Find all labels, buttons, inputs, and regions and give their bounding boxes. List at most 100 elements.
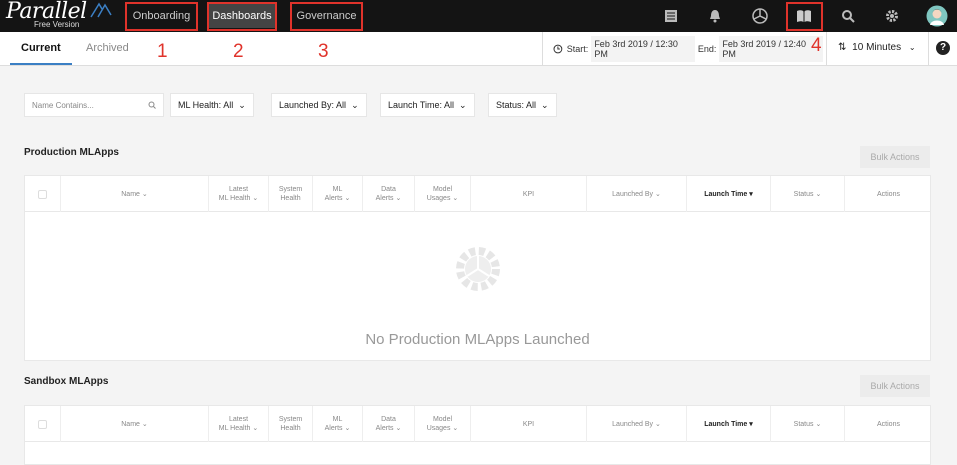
divider — [928, 32, 929, 66]
col-name[interactable]: Name ⌄ — [61, 176, 209, 212]
gear-icon[interactable] — [882, 6, 902, 26]
col-model-usages[interactable]: Model Usages ⌄ — [415, 406, 471, 442]
col-actions-label: Actions — [877, 190, 900, 198]
col-actions: Actions — [845, 176, 932, 212]
filter-launch-time[interactable]: Launch Time: All ⌄ — [380, 93, 475, 117]
col-system-label: System — [278, 186, 303, 193]
col-data-alerts-label: Alerts — [375, 195, 394, 202]
tab-archived[interactable]: Archived — [86, 42, 129, 54]
col-alerts-label: Alerts — [324, 425, 343, 432]
search-icon[interactable] — [838, 6, 858, 26]
col-latest-ml-health[interactable]: Latest ML Health ⌄ — [209, 406, 269, 442]
col-actions-label: Actions — [877, 420, 900, 428]
col-launched-by-label: Launched By — [612, 420, 654, 428]
col-data-label: Data — [381, 186, 396, 193]
tab-current[interactable]: Current — [21, 42, 61, 54]
production-table: Name ⌄ Latest ML Health ⌄ System Health ML… — [24, 175, 931, 361]
col-alerts-label: Alerts — [324, 195, 343, 202]
col-name-label: Name — [121, 190, 140, 198]
select-all-checkbox[interactable] — [25, 406, 61, 442]
col-health-label: Health — [280, 425, 301, 432]
annotation-label-1: 1 — [157, 41, 168, 62]
col-kpi-label: KPI — [522, 420, 535, 428]
filter-ml-health-label: ML Health: All — [178, 100, 234, 110]
col-data-alerts[interactable]: Data Alerts ⌄ — [363, 406, 415, 442]
col-launch-time[interactable]: Launch Time ▾ — [687, 176, 771, 212]
filter-launched-by-label: Launched By: All — [279, 100, 347, 110]
col-launched-by[interactable]: Launched By ⌄ — [587, 176, 687, 212]
clock-icon — [553, 44, 563, 54]
interval-dropdown[interactable]: ⇅ 10 Minutes ⌄ — [838, 42, 916, 53]
help-icon[interactable]: ? — [936, 41, 950, 55]
col-status[interactable]: Status ⌄ — [771, 176, 845, 212]
list-icon[interactable] — [661, 6, 681, 26]
col-actions: Actions — [845, 406, 932, 442]
col-kpi[interactable]: KPI — [471, 176, 587, 212]
col-usages-label: Usages — [426, 425, 451, 432]
col-launched-by[interactable]: Launched By ⌄ — [587, 406, 687, 442]
col-kpi-label: KPI — [522, 190, 535, 198]
col-status[interactable]: Status ⌄ — [771, 406, 845, 442]
chevron-down-icon: ⌄ — [541, 99, 549, 110]
production-bulk-actions-button[interactable]: Bulk Actions — [860, 146, 930, 168]
sandbox-title: Sandbox MLApps — [24, 376, 109, 387]
empty-state-icon — [456, 247, 500, 291]
annotation-label-4: 4 — [811, 35, 822, 56]
chevron-down-icon: ⌄ — [351, 99, 359, 110]
start-label: Start: — [566, 44, 589, 54]
col-latest-ml-health[interactable]: Latest ML Health ⌄ — [209, 176, 269, 212]
search-placeholder: Name Contains... — [32, 100, 94, 110]
col-data-label: Data — [381, 416, 396, 423]
col-name[interactable]: Name ⌄ — [61, 406, 209, 442]
chevron-down-icon: ⌄ — [238, 99, 246, 110]
sandbox-table: Name ⌄ Latest ML Health ⌄ System Health ML… — [24, 405, 931, 465]
annotation-label-3: 3 — [318, 41, 329, 62]
col-launch-time[interactable]: Launch Time ▾ — [687, 406, 771, 442]
aperture-icon[interactable] — [750, 6, 770, 26]
col-usages-label: Usages — [426, 195, 451, 202]
col-launch-time-label: Launch Time — [704, 190, 748, 198]
search-icon — [148, 101, 156, 109]
sandbox-bulk-actions-button[interactable]: Bulk Actions — [860, 375, 930, 397]
col-model-label: Model — [432, 186, 453, 193]
col-name-label: Name — [121, 420, 140, 428]
col-ml-alerts[interactable]: ML Alerts ⌄ — [313, 176, 363, 212]
bell-icon[interactable] — [705, 6, 725, 26]
col-ml-label: ML — [332, 186, 343, 193]
filter-ml-health[interactable]: ML Health: All ⌄ — [170, 93, 254, 117]
annotation-box-2 — [207, 2, 277, 31]
annotation-label-2: 2 — [233, 41, 244, 62]
col-status-label: Status — [793, 420, 814, 428]
sliders-icon: ⇅ — [838, 42, 847, 53]
filter-status[interactable]: Status: All ⌄ — [488, 93, 557, 117]
col-model-usages[interactable]: Model Usages ⌄ — [415, 176, 471, 212]
filter-launch-time-label: Launch Time: All — [388, 100, 455, 110]
end-label: End: — [697, 44, 717, 54]
col-status-label: Status — [793, 190, 814, 198]
production-title: Production MLApps — [24, 147, 119, 158]
filter-status-label: Status: All — [496, 100, 537, 110]
col-latest-label: Latest — [228, 416, 249, 423]
start-field[interactable]: Feb 3rd 2019 / 12:30 PM — [591, 36, 695, 62]
end-field[interactable]: Feb 3rd 2019 / 12:40 PM — [719, 36, 823, 62]
chevron-down-icon: ⌄ — [908, 43, 916, 52]
col-data-alerts[interactable]: Data Alerts ⌄ — [363, 176, 415, 212]
col-system-health[interactable]: System Health — [269, 406, 313, 442]
col-model-label: Model — [432, 416, 453, 423]
select-all-checkbox[interactable] — [25, 176, 61, 212]
logo-subtitle: Free Version — [34, 20, 80, 29]
time-range[interactable]: Start: Feb 3rd 2019 / 12:30 PM End: Feb … — [542, 32, 827, 66]
col-kpi[interactable]: KPI — [471, 406, 587, 442]
logo-mark-icon — [90, 2, 112, 18]
logo[interactable]: Parallel Free Version — [6, 0, 118, 31]
col-health-label: Health — [280, 195, 301, 202]
sandbox-table-header: Name ⌄ Latest ML Health ⌄ System Health ML… — [25, 406, 930, 442]
col-ml-health-label: ML Health — [218, 195, 251, 202]
col-ml-alerts[interactable]: ML Alerts ⌄ — [313, 406, 363, 442]
col-data-alerts-label: Alerts — [375, 425, 394, 432]
col-system-health[interactable]: System Health — [269, 176, 313, 212]
avatar[interactable] — [926, 5, 948, 27]
col-ml-health-label: ML Health — [218, 425, 251, 432]
filter-launched-by[interactable]: Launched By: All ⌄ — [271, 93, 367, 117]
search-input[interactable]: Name Contains... — [24, 93, 164, 117]
